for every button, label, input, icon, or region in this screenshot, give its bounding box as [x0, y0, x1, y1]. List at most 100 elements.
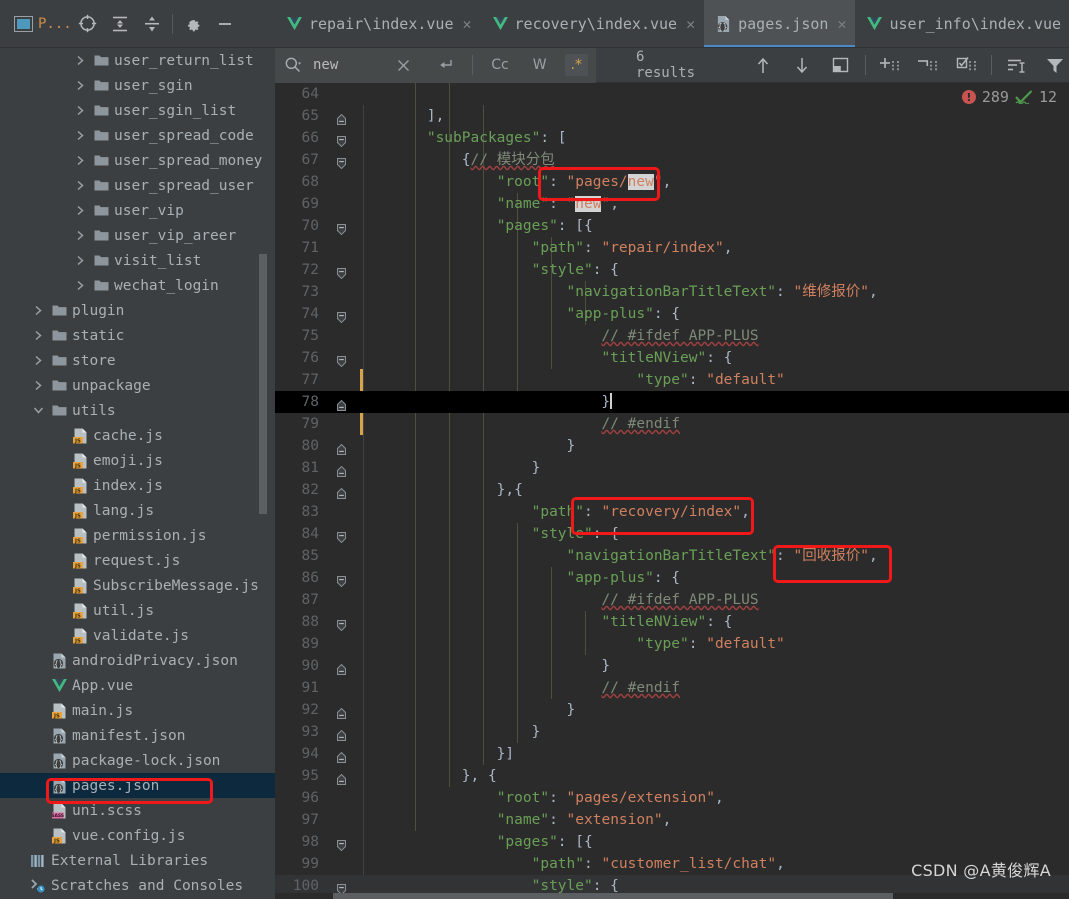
fold-marker[interactable] [327, 259, 357, 281]
tree-item-user-vip-areer[interactable]: user_vip_areer [0, 223, 275, 248]
tree-item-plugin[interactable]: plugin [0, 298, 275, 323]
fold-marker[interactable] [327, 567, 357, 589]
fold-marker[interactable] [327, 765, 357, 787]
code-line-64[interactable]: 64 [275, 83, 1069, 105]
code-line-77[interactable]: 77 "type": "default" [275, 369, 1069, 391]
code-line-87[interactable]: 87 // #ifdef APP-PLUS [275, 589, 1069, 611]
fold-marker[interactable] [327, 611, 357, 633]
chevron-right-icon[interactable] [73, 55, 87, 66]
sidebar-scrollbar-thumb[interactable] [259, 254, 267, 514]
code-line-85[interactable]: 85 "navigationBarTitleText": "回收报价", [275, 545, 1069, 567]
add-selection-icon[interactable] [876, 51, 905, 79]
filter-list-icon[interactable] [1002, 51, 1031, 79]
fold-marker[interactable] [327, 743, 357, 765]
inspections-widget[interactable]: ! 289 12 [961, 88, 1057, 106]
chevron-right-icon[interactable] [73, 155, 87, 166]
code-line-92[interactable]: 92 } [275, 699, 1069, 721]
tree-item-package-lock-json[interactable]: {} package-lock.json [0, 748, 275, 773]
tree-item-user-return-list[interactable]: user_return_list [0, 48, 275, 73]
tree-item-uni-scss[interactable]: SASS uni.scss [0, 798, 275, 823]
open-in-find-window-icon[interactable] [826, 51, 855, 79]
tree-item-visit-list[interactable]: visit_list [0, 248, 275, 273]
tree-item-utils[interactable]: utils [0, 398, 275, 423]
tree-item-scratches-and-consoles[interactable]: Scratches and Consoles [0, 873, 275, 898]
tree-item-app-vue[interactable]: App.vue [0, 673, 275, 698]
fold-marker[interactable] [327, 655, 357, 677]
tree-item-user-spread-code[interactable]: user_spread_code [0, 123, 275, 148]
fold-marker[interactable] [327, 215, 357, 237]
code-line-78[interactable]: 78 } [275, 391, 1069, 413]
tab-pages-json[interactable]: {} pages.json ✕ [704, 0, 856, 47]
gear-icon[interactable] [177, 9, 209, 39]
regex-toggle[interactable]: .* [564, 54, 588, 76]
code-line-71[interactable]: 71 "path": "repair/index", [275, 237, 1069, 259]
fold-marker[interactable] [327, 457, 357, 479]
code-line-81[interactable]: 81 } [275, 457, 1069, 479]
tab-user-info-index-vue[interactable]: user_info\index.vue [855, 0, 1069, 47]
code-line-72[interactable]: 72 "style": { [275, 259, 1069, 281]
tree-item-validate-js[interactable]: JS validate.js [0, 623, 275, 648]
chevron-right-icon[interactable] [31, 330, 45, 341]
code-line-89[interactable]: 89 "type": "default" [275, 633, 1069, 655]
fold-marker[interactable] [327, 303, 357, 325]
tree-item-request-js[interactable]: JS request.js [0, 548, 275, 573]
code-line-95[interactable]: 95 }, { [275, 765, 1069, 787]
chevron-right-icon[interactable] [73, 130, 87, 141]
code-line-69[interactable]: 69 "name": "new", [275, 193, 1069, 215]
editor-hscrollbar-thumb[interactable] [333, 893, 893, 899]
tree-item-emoji-js[interactable]: JS emoji.js [0, 448, 275, 473]
tree-item-vue-config-js[interactable]: JS vue.config.js [0, 823, 275, 848]
remove-selection-icon[interactable] [914, 51, 943, 79]
tree-item-external-libraries[interactable]: External Libraries [0, 848, 275, 873]
code-line-70[interactable]: 70 "pages": [{ [275, 215, 1069, 237]
code-line-65[interactable]: 65 ], [275, 105, 1069, 127]
code-line-83[interactable]: 83 "path": "recovery/index", [275, 501, 1069, 523]
tree-item-store[interactable]: store [0, 348, 275, 373]
fold-marker[interactable] [327, 523, 357, 545]
filter-icon[interactable] [1041, 51, 1069, 79]
fold-marker[interactable] [327, 149, 357, 171]
code-line-91[interactable]: 91 // #endif [275, 677, 1069, 699]
tree-item-user-spread-user[interactable]: user_spread_user [0, 173, 275, 198]
code-line-97[interactable]: 97 "name": "extension", [275, 809, 1069, 831]
tree-item-permission-js[interactable]: JS permission.js [0, 523, 275, 548]
tree-item-user-sgin[interactable]: user_sgin [0, 73, 275, 98]
chevron-right-icon[interactable] [73, 205, 87, 216]
code-line-73[interactable]: 73 "navigationBarTitleText": "维修报价", [275, 281, 1069, 303]
chevron-right-icon[interactable] [73, 255, 87, 266]
chevron-down-icon[interactable] [31, 406, 45, 415]
tab-recovery-index-vue[interactable]: recovery\index.vue ✕ [481, 0, 705, 47]
chevron-right-icon[interactable] [73, 80, 87, 91]
code-editor[interactable]: 64 65 ], 66 "subPackages": [67 {// 模块分包 68 … [275, 83, 1069, 899]
fold-marker[interactable] [327, 435, 357, 457]
fold-marker[interactable] [327, 699, 357, 721]
tree-item-cache-js[interactable]: JS cache.js [0, 423, 275, 448]
close-icon[interactable]: ✕ [837, 15, 846, 33]
code-line-93[interactable]: 93 } [275, 721, 1069, 743]
minimize-icon[interactable] [209, 9, 241, 39]
chevron-right-icon[interactable] [31, 305, 45, 316]
chevron-right-icon[interactable] [73, 230, 87, 241]
code-line-84[interactable]: 84 "style": { [275, 523, 1069, 545]
close-icon[interactable] [388, 51, 418, 79]
tree-item-index-js[interactable]: JS index.js [0, 473, 275, 498]
chevron-right-icon[interactable] [31, 380, 45, 391]
chevron-right-icon[interactable] [73, 180, 87, 191]
code-line-66[interactable]: 66 "subPackages": [ [275, 127, 1069, 149]
code-line-94[interactable]: 94 }] [275, 743, 1069, 765]
tree-item-wechat-login[interactable]: wechat_login [0, 273, 275, 298]
code-line-68[interactable]: 68 "root": "pages/new", [275, 171, 1069, 193]
fold-marker[interactable] [327, 127, 357, 149]
tree-item-user-spread-money[interactable]: user_spread_money [0, 148, 275, 173]
code-line-80[interactable]: 80 } [275, 435, 1069, 457]
close-icon[interactable]: ✕ [463, 15, 472, 33]
code-line-76[interactable]: 76 "titleNView": { [275, 347, 1069, 369]
match-case-toggle[interactable]: Cc [485, 54, 514, 76]
code-line-74[interactable]: 74 "app-plus": { [275, 303, 1069, 325]
code-line-82[interactable]: 82 },{ [275, 479, 1069, 501]
search-input[interactable]: new Cc W .* [275, 47, 596, 83]
words-toggle[interactable]: W [527, 54, 553, 76]
chevron-right-icon[interactable] [73, 280, 87, 291]
reset-icon[interactable] [430, 51, 460, 79]
collapse-all-icon[interactable] [136, 9, 168, 39]
